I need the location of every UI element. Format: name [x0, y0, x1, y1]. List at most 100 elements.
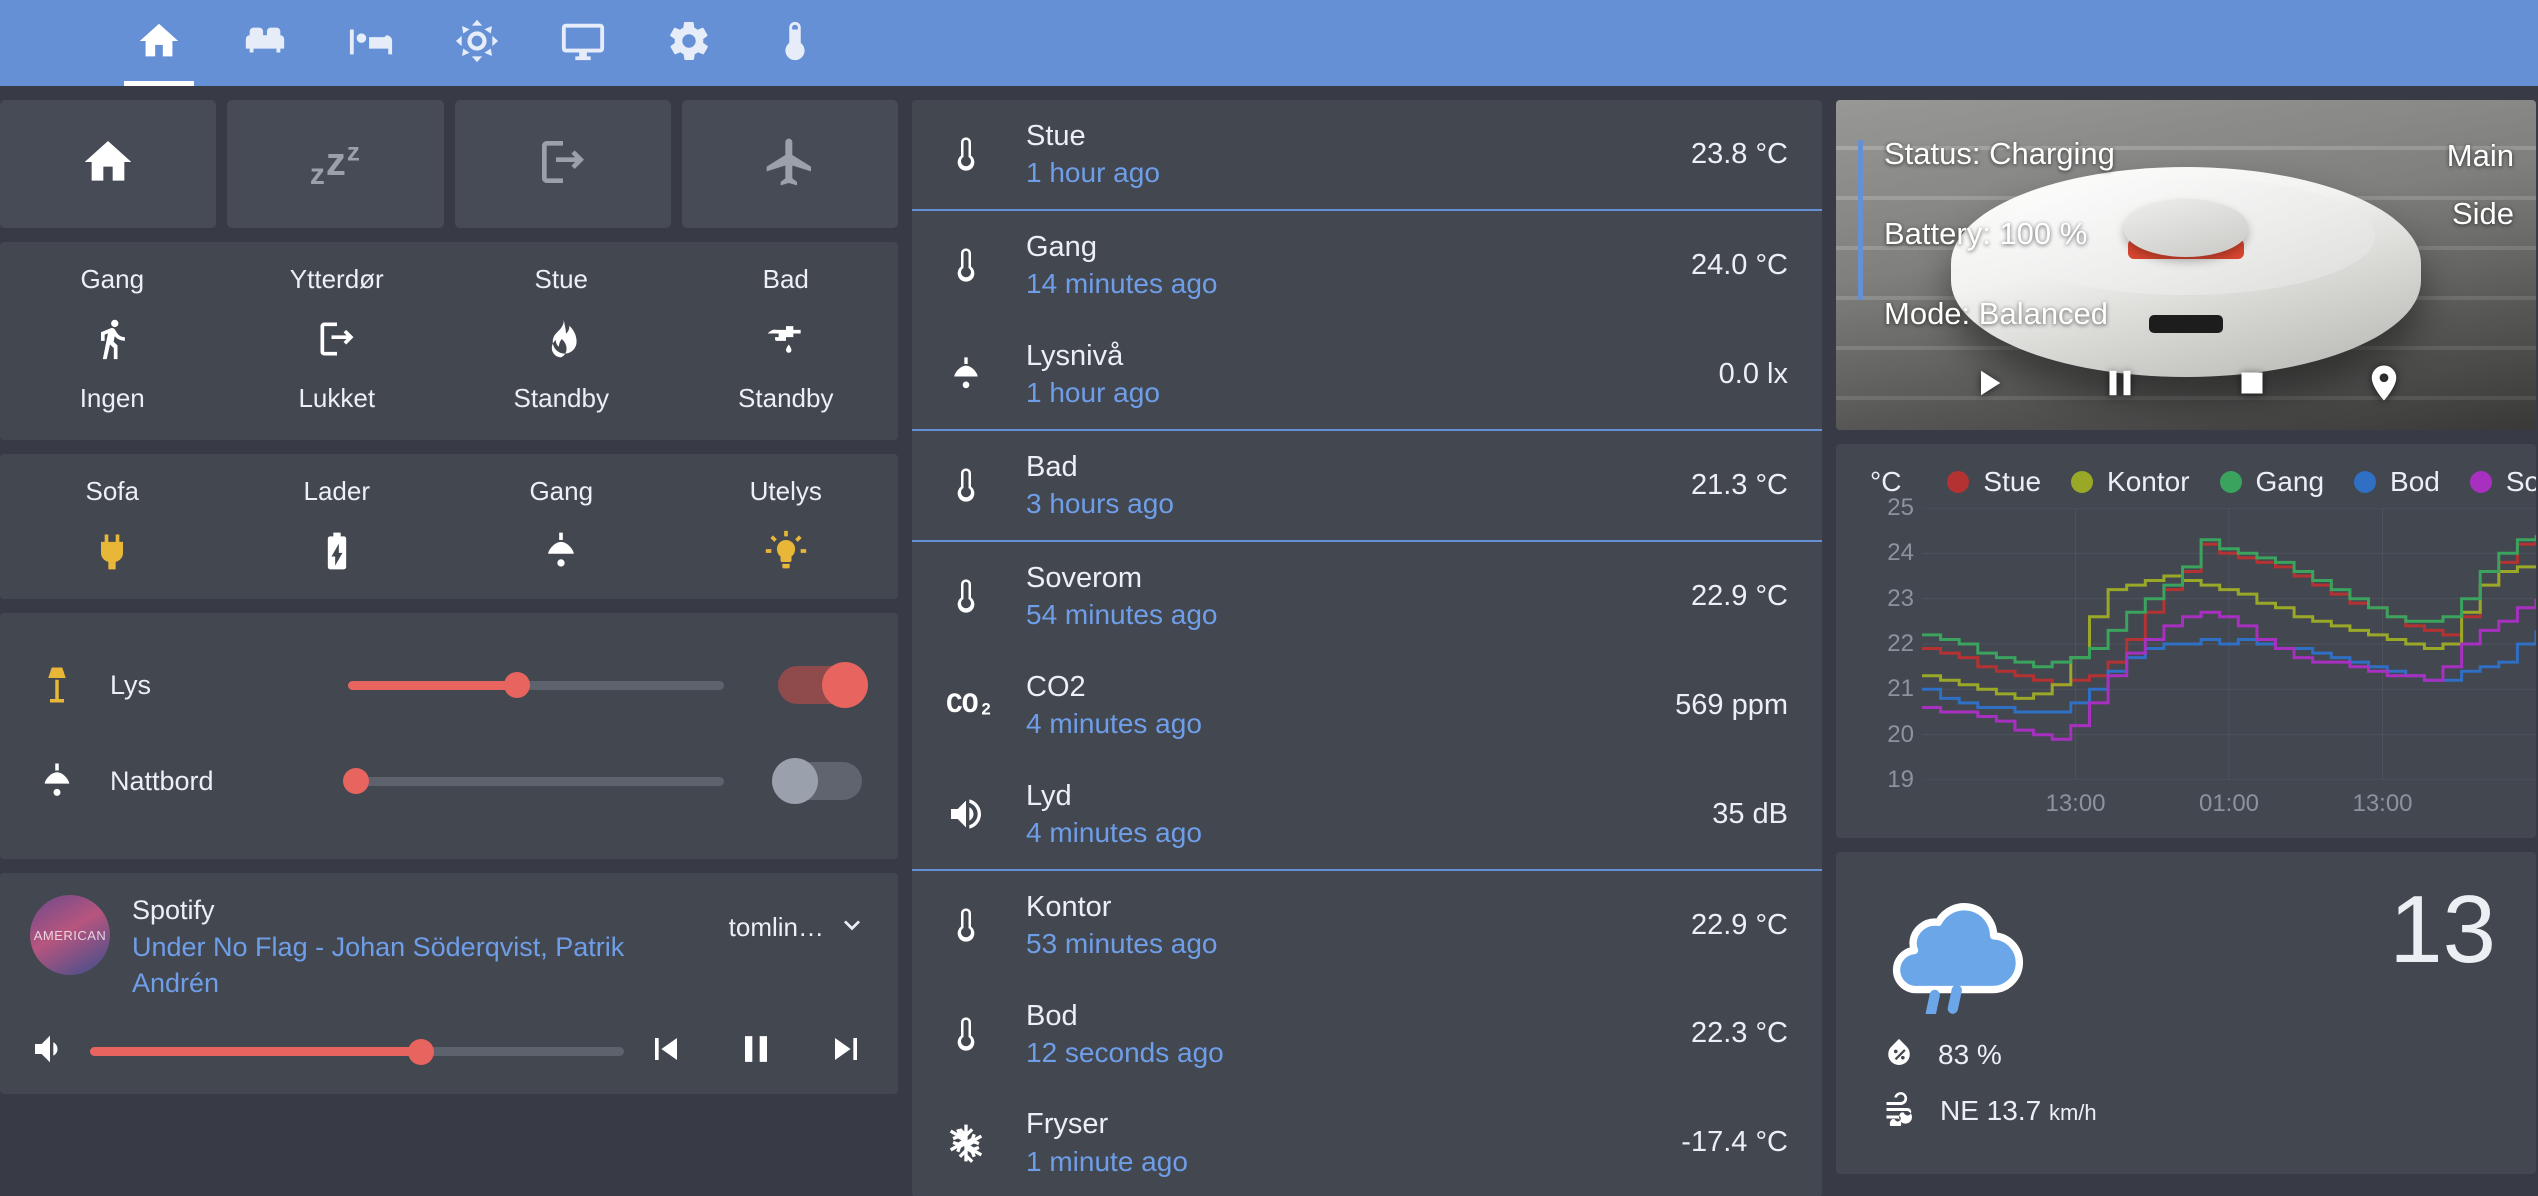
legend-item-gang[interactable]: Gang — [2219, 466, 2324, 498]
sensor-value: 23.8 °C — [1690, 137, 1788, 170]
media-source-selector[interactable]: tomlin… — [729, 895, 868, 946]
tab-sensors[interactable] — [742, 0, 848, 86]
sensor-name: Lyd — [1026, 779, 1072, 812]
sensor-value: 0.0 lx — [1718, 357, 1788, 390]
sensor-group: Soverom 54 minutes ago 22.9 °C CO₂ CO2 4… — [912, 539, 1822, 869]
vacuum-status: Status: Charging — [1884, 136, 2115, 171]
thermometer-icon — [946, 245, 1026, 285]
entity-sofa[interactable]: Sofa — [0, 476, 225, 573]
brightness-slider[interactable] — [342, 768, 724, 794]
x-tick-label: 13:00 — [2352, 790, 2413, 817]
sensor-row[interactable]: Gang 14 minutes ago 24.0 °C — [912, 211, 1822, 320]
sensor-row[interactable]: Fryser 1 minute ago -17.4 °C — [912, 1088, 1822, 1196]
vacuum-mode: Mode: Balanced — [1884, 296, 2109, 331]
entity-grid-bottom-card: Sofa Lader Gang Utelys — [0, 454, 898, 599]
legend-color-swatch — [2071, 471, 2094, 493]
sensor-row[interactable]: Kontor 53 minutes ago 22.9 °C — [912, 871, 1822, 980]
entity-utelys[interactable]: Utelys — [674, 476, 899, 573]
weather-card: 83 % NE 13.7 km/h 13 — [1836, 852, 2536, 1174]
entity-ytterdør[interactable]: Ytterdør Lukket — [225, 264, 450, 414]
previous-track-button[interactable] — [644, 1027, 688, 1076]
entity-gang[interactable]: Gang — [449, 476, 674, 573]
vacation-scene-button[interactable] — [681, 100, 898, 228]
sensor-name: Bod — [1026, 999, 1078, 1032]
vacuum-status-lines: Status: Charging Battery: 100 % Mode: Ba… — [1884, 136, 2115, 376]
snowflake-icon — [946, 1123, 1026, 1163]
vacuum-pause-button[interactable] — [2054, 362, 2186, 404]
sensor-value: 22.3 °C — [1690, 1017, 1788, 1050]
sensor-value: 569 ppm — [1675, 688, 1788, 721]
sensor-value: 35 dB — [1712, 797, 1788, 830]
tab-bedroom[interactable] — [318, 0, 424, 86]
sensor-group: Gang 14 minutes ago 24.0 °C Lysnivå 1 ho… — [912, 208, 1822, 429]
tab-media[interactable] — [530, 0, 636, 86]
sensor-row[interactable]: Lyd 4 minutes ago 35 dB — [912, 760, 1822, 869]
entity-gang[interactable]: Gang Ingen — [0, 264, 225, 414]
sensor-row[interactable]: Bad 3 hours ago 21.3 °C — [912, 431, 1822, 540]
sensor-last-changed: 14 minutes ago — [1026, 268, 1218, 300]
tab-settings[interactable] — [636, 0, 742, 86]
volume-icon[interactable] — [30, 1029, 70, 1074]
sensor-row[interactable]: CO₂ CO2 4 minutes ago 569 ppm — [912, 651, 1822, 760]
sensor-name: Lysnivå — [1026, 339, 1124, 372]
sensor-row[interactable]: Lysnivå 1 hour ago 0.0 lx — [912, 320, 1822, 429]
monitor-icon — [560, 18, 606, 69]
volume-slider[interactable] — [90, 1038, 624, 1065]
brightness-icon — [454, 18, 500, 69]
tab-living-room[interactable] — [212, 0, 318, 86]
vacuum-locate-button[interactable] — [2318, 362, 2450, 404]
dashboard-root: zzz Gang Ingen Ytterdør Lukket Stue Stan… — [0, 0, 2538, 1196]
next-track-button[interactable] — [824, 1027, 868, 1076]
ceiling-light-icon[interactable] — [36, 760, 110, 802]
sensor-name: Soverom — [1026, 561, 1143, 594]
sensor-value: 22.9 °C — [1690, 908, 1788, 941]
power-plug-icon — [90, 529, 134, 573]
legend-item-stue[interactable]: Stue — [1947, 466, 2041, 498]
sensor-row[interactable]: Soverom 54 minutes ago 22.9 °C — [912, 542, 1822, 651]
tab-lights[interactable] — [424, 0, 530, 86]
brightness-slider[interactable] — [348, 672, 724, 698]
vacuum-accent-bar — [1858, 140, 1863, 300]
y-tick-label: 25 — [1887, 494, 1914, 521]
home-scene-button[interactable] — [0, 100, 217, 228]
sensor-last-changed: 3 hours ago — [1026, 487, 1174, 519]
chart-x-axis-labels: 13:00 01:00 13:00 — [1922, 790, 2536, 824]
tab-home[interactable] — [106, 0, 212, 86]
vacuum-stop-button[interactable] — [2186, 362, 2318, 404]
sensor-row[interactable]: Stue 1 hour ago 23.8 °C — [912, 100, 1822, 209]
legend-color-swatch — [2219, 471, 2242, 493]
humidity-row: 83 % — [1882, 1035, 2182, 1074]
y-tick-label: 23 — [1887, 584, 1914, 612]
sensor-row[interactable]: Bod 12 seconds ago 22.3 °C — [912, 980, 1822, 1089]
entity-bad[interactable]: Bad Standby — [674, 264, 899, 414]
zzz-icon: zzz — [309, 136, 361, 191]
light-toggle[interactable] — [772, 758, 862, 804]
vacuum-controls — [1836, 362, 2536, 404]
x-tick-label: 13:00 — [2045, 790, 2106, 817]
light-name: Nattbord — [110, 765, 214, 796]
entity-name: Gang — [80, 264, 145, 294]
light-sliders-card: Lys Nattbord — [0, 613, 898, 859]
entity-stue[interactable]: Stue Standby — [449, 264, 674, 414]
vacuum-brush-main[interactable]: Main — [2447, 138, 2514, 174]
vacuum-brush-side[interactable]: Side — [2447, 196, 2514, 232]
vacuum-battery: Battery: 100 % — [1884, 216, 2088, 251]
legend-item-kontor[interactable]: Kontor — [2071, 466, 2190, 498]
legend-item-bod[interactable]: Bod — [2354, 466, 2440, 498]
sensor-last-changed: 4 minutes ago — [1026, 816, 1202, 848]
entity-name: Utelys — [749, 476, 822, 506]
entity-lader[interactable]: Lader — [225, 476, 450, 573]
weather-temperature: 13 — [2389, 876, 2496, 983]
away-scene-button[interactable] — [454, 100, 671, 228]
x-tick-label: 01:00 — [2198, 790, 2260, 817]
sensor-list-card: Stue 1 hour ago 23.8 °C Gang 14 minutes … — [912, 100, 1822, 1196]
sleep-scene-button[interactable]: zzz — [227, 100, 444, 228]
light-toggle[interactable] — [778, 662, 868, 708]
vacuum-start-button[interactable] — [1922, 362, 2054, 404]
floor-lamp-icon[interactable] — [36, 664, 110, 706]
entity-state: Standby — [738, 383, 834, 413]
sensor-group: Stue 1 hour ago 23.8 °C — [912, 100, 1822, 209]
pause-button[interactable] — [734, 1027, 778, 1076]
legend-item-soverom[interactable]: Soverom — [2469, 466, 2536, 498]
entity-name: Stue — [534, 264, 589, 294]
